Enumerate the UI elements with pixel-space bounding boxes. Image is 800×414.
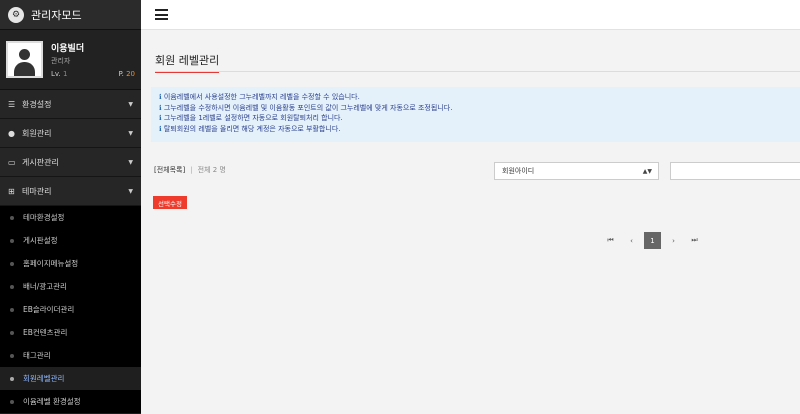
search-field-select[interactable]: 회원아이디 ▲▼ [494,162,659,180]
caret-down-icon: ▼ [128,158,133,166]
sidebar-item-label: 회원관리 [22,128,52,138]
page-number-current[interactable]: 1 [644,232,661,249]
next-page-icon[interactable]: › [665,232,682,249]
bullet-icon [10,238,14,243]
info-circle-icon: ℹ [159,93,162,101]
caret-down-icon: ▼ [128,100,133,108]
info-line: ℹ 그누레벨을 수정하시면 이윰레벨 및 이윰활동 포인트의 값이 그누레벨에 … [159,103,453,112]
brand-title: 관리자모드 [31,8,82,22]
select-arrows-icon: ▲▼ [642,167,652,175]
last-page-icon[interactable]: ⏭ [686,232,703,249]
cogs-icon: ⚙ [8,6,24,23]
bullet-icon [10,307,14,312]
submenu-item[interactable]: 배너/광고관리 [0,275,141,298]
user-silhouette-icon [8,43,41,76]
bullet-icon [10,261,14,266]
edit-selected-button[interactable]: 선택수정 [153,196,187,209]
profile: 이용빌더 관리자 Lv. 1 P. 20 [0,30,141,90]
submenu-item[interactable]: 태그관리 [0,344,141,367]
bullet-icon [10,353,14,358]
separator: | [190,166,193,174]
bullet-icon [10,215,14,220]
bullet-icon [10,376,14,381]
sidebar-item-label: 환경설정 [22,99,52,109]
pagination: ⏮ ‹ 1 › ⏭ [600,232,705,249]
hamburger-menu-icon[interactable] [155,9,168,20]
profile-name: 이용빌더 [51,44,85,54]
profile-points: P. 20 [118,70,135,78]
bullet-icon [10,284,14,289]
all-list-link[interactable]: [전체목록] [154,166,185,174]
first-page-icon[interactable]: ⏮ [602,232,619,249]
submenu-item[interactable]: EB슬라이더관리 [0,298,141,321]
main-content: 회원 레벨관리 ℹ 이윰레벨에서 사용설정한 그누레벨까지 레벨을 수정할 수 … [141,31,800,414]
profile-role: 관리자 [51,57,71,65]
submenu-item[interactable]: 홈페이지메뉴설정 [0,252,141,275]
submenu-item[interactable]: 테마환경설정 [0,206,141,229]
avatar [6,41,43,78]
brand[interactable]: ⚙ 관리자모드 [0,0,141,30]
submenu-item[interactable]: 이윰레벨 환경설정 [0,390,141,413]
select-value: 회원아이디 [502,167,535,175]
bullet-icon [10,330,14,335]
submenu-item[interactable]: EB컨텐츠관리 [0,321,141,344]
page-title: 회원 레벨관리 [155,52,220,73]
sliders-icon: ☰ [8,99,16,109]
info-circle-icon: ℹ [159,124,162,133]
total-count: 전체 2 명 [197,166,226,174]
submenu-item[interactable]: 게시판설정 [0,229,141,252]
info-line: ℹ 그누레벨을 1레벨로 설정하면 자동으로 회원탈퇴처리 합니다. [159,114,343,122]
sidebar: ⚙ 관리자모드 이용빌더 관리자 Lv. 1 P. 20 ☰ 환경설정 ▼ ● 회원… [0,0,141,414]
submenu-item-active[interactable]: 회원레벨관리 [0,367,141,390]
prev-page-icon[interactable]: ‹ [623,232,640,249]
info-circle-icon: ℹ [159,103,162,112]
bullet-icon [10,399,14,404]
divider [155,71,800,72]
search-input[interactable] [670,162,800,180]
sidebar-item-label: 게시판관리 [22,157,59,167]
user-icon: ● [8,128,15,138]
sidebar-item-members[interactable]: ● 회원관리 ▼ [0,119,141,148]
info-circle-icon: ℹ [159,114,162,122]
info-line: ℹ 이윰레벨에서 사용설정한 그누레벨까지 레벨을 수정할 수 있습니다. [159,93,360,101]
keyboard-icon: ▭ [8,157,16,167]
info-box: ℹ 이윰레벨에서 사용설정한 그누레벨까지 레벨을 수정할 수 있습니다. ℹ … [151,87,800,142]
sidebar-item-theme[interactable]: ⊞ 테마관리 ▼ [0,177,141,206]
caret-down-icon: ▼ [128,129,133,137]
info-line: ℹ 탈퇴회원의 레벨을 올리면 해당 계정은 자동으로 부활합니다. [159,124,341,133]
sitemap-icon: ⊞ [8,186,15,196]
sidebar-item-boards[interactable]: ▭ 게시판관리 ▼ [0,148,141,177]
profile-level: Lv. 1 [51,70,68,78]
top-header [141,0,800,30]
caret-down-icon: ▼ [128,187,133,195]
sidebar-item-settings[interactable]: ☰ 환경설정 ▼ [0,90,141,119]
sidebar-item-label: 테마관리 [22,186,52,196]
list-filter: [전체목록] | 전체 2 명 [154,165,226,175]
theme-submenu: 테마환경설정 게시판설정 홈페이지메뉴설정 배너/광고관리 EB슬라이더관리 E… [0,206,141,413]
